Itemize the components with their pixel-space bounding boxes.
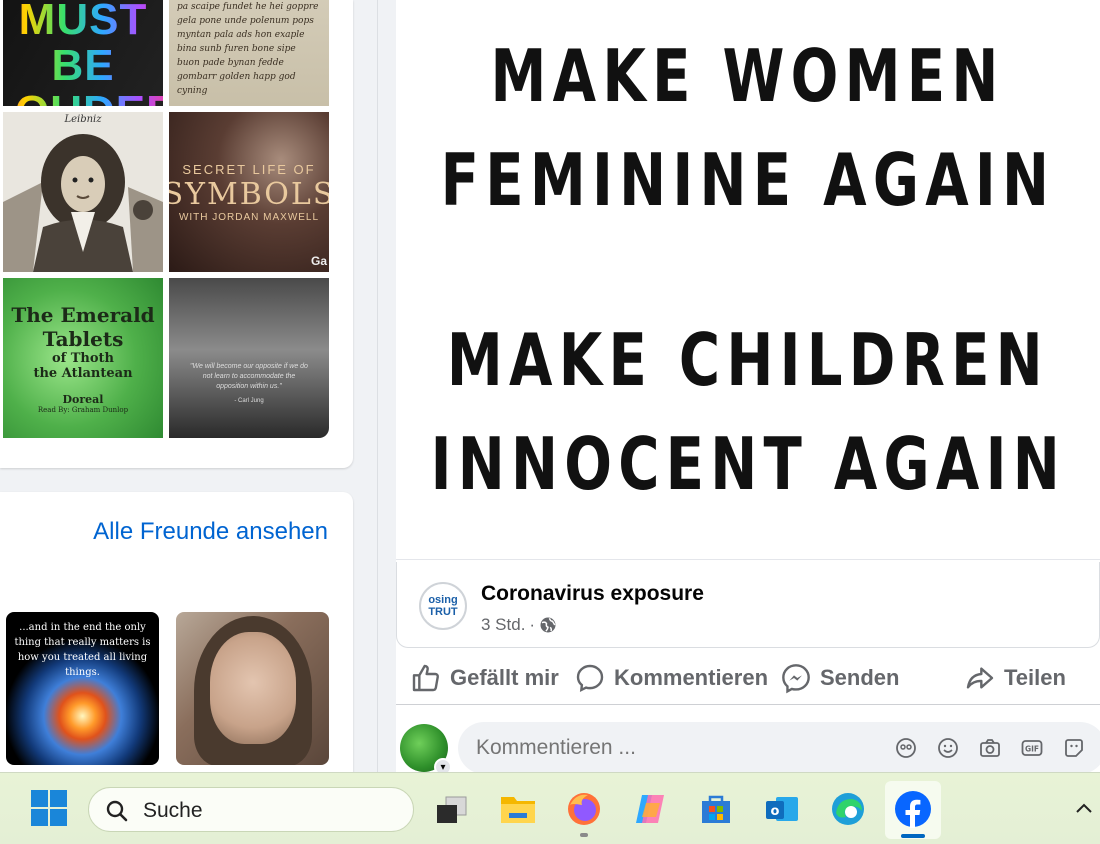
photo-emerald-tablets[interactable]: The Emerald Tablets of Thoth the Atlante… bbox=[3, 278, 163, 438]
left-column: LOVE MUST BE LOUDER pa scaipe fundet he … bbox=[0, 0, 377, 792]
photo-text: pa scaipe fundet he hei goppre gela pone… bbox=[177, 2, 319, 96]
post-actions: Gefällt mir Kommentieren Senden Teilen bbox=[396, 655, 1100, 705]
page-avatar-text: osing TRUT bbox=[428, 594, 458, 618]
comment-bubble-icon bbox=[576, 664, 604, 693]
friend-photo-face bbox=[210, 632, 296, 744]
taskbar: Suche o bbox=[0, 772, 1100, 844]
microsoft-store-icon[interactable] bbox=[696, 789, 736, 829]
comment-label: Kommentieren bbox=[614, 665, 769, 690]
store-graphic bbox=[702, 795, 730, 823]
meme-line: INNOCENT AGAIN bbox=[430, 422, 1066, 506]
facebook-icon[interactable] bbox=[893, 789, 933, 829]
gif-icon[interactable]: GIF bbox=[1020, 736, 1044, 760]
page-avatar[interactable]: osing TRUT bbox=[419, 582, 467, 630]
share-label: Teilen bbox=[1004, 665, 1066, 690]
sticker-icon[interactable] bbox=[1062, 736, 1086, 760]
post-meta: 3 Std. · bbox=[481, 615, 557, 635]
photo-text-line: the Atlantean bbox=[33, 365, 133, 381]
feed-post: MAKE WOMEN FEMININE AGAIN MAKE CHILDREN … bbox=[396, 0, 1100, 776]
taskbar-search[interactable]: Suche bbox=[88, 787, 414, 832]
comment-tools: GIF bbox=[894, 736, 1086, 760]
photo-old-manuscript[interactable]: pa scaipe fundet he hei goppre gela pone… bbox=[169, 0, 329, 106]
send-button[interactable]: Senden bbox=[780, 655, 899, 701]
column-divider bbox=[377, 0, 378, 772]
photo-carl-jung-quote[interactable]: "We will become our opposite if we do no… bbox=[169, 278, 329, 438]
post-image[interactable]: MAKE WOMEN FEMININE AGAIN MAKE CHILDREN … bbox=[396, 0, 1100, 560]
photo-text-line: The Emerald bbox=[11, 302, 155, 327]
shared-post-header[interactable]: osing TRUT Coronavirus exposure 3 Std. · bbox=[396, 562, 1100, 648]
svg-text:GIF: GIF bbox=[1025, 745, 1039, 754]
comment-input[interactable] bbox=[476, 736, 876, 760]
photo-text: LOVE MUST BE LOUDER bbox=[3, 0, 163, 106]
copilot-graphic bbox=[636, 795, 664, 823]
task-view-icon[interactable] bbox=[432, 789, 472, 829]
photos-card: LOVE MUST BE LOUDER pa scaipe fundet he … bbox=[0, 0, 353, 468]
messenger-icon bbox=[782, 664, 810, 694]
photo-text-line: of Thoth bbox=[51, 350, 115, 366]
quote-author: - Carl Jung bbox=[234, 398, 264, 404]
edge-graphic bbox=[832, 793, 864, 825]
edge-icon[interactable] bbox=[828, 789, 868, 829]
search-icon bbox=[106, 800, 128, 822]
portrait-illustration bbox=[3, 112, 163, 272]
photo-leibniz-portrait[interactable]: Leibniz bbox=[3, 112, 163, 272]
shared-post-title[interactable]: Coronavirus exposure bbox=[481, 582, 704, 606]
photo-text-line: Read By: Graham Dunlop bbox=[37, 405, 129, 414]
search-label: Suche bbox=[143, 799, 203, 822]
meme-line: MAKE WOMEN bbox=[490, 34, 1006, 118]
photo-love-must-be-louder[interactable]: LOVE MUST BE LOUDER bbox=[3, 0, 163, 106]
meme-line: FEMININE AGAIN bbox=[440, 138, 1056, 222]
thumbs-up-icon bbox=[412, 664, 439, 692]
share-arrow-icon bbox=[966, 667, 994, 689]
friend-photo-quote: ...and in the end the only thing that re… bbox=[14, 622, 151, 678]
globe-icon bbox=[540, 617, 556, 633]
quote-text: "We will become our opposite if we do no… bbox=[190, 363, 308, 390]
firefox-graphic bbox=[568, 793, 600, 825]
running-indicator bbox=[580, 833, 588, 837]
task-view-graphic bbox=[437, 796, 467, 823]
firefox-icon[interactable] bbox=[564, 789, 604, 829]
photo-text-line: Tablets bbox=[42, 326, 124, 351]
meme-line: MAKE CHILDREN bbox=[446, 318, 1050, 402]
facebook-graphic bbox=[895, 791, 931, 828]
see-all-friends-link[interactable]: Alle Freunde ansehen bbox=[93, 518, 328, 546]
share-button[interactable]: Teilen bbox=[964, 655, 1066, 701]
like-label: Gefällt mir bbox=[450, 665, 559, 690]
photo-corner-text: Ga bbox=[310, 254, 327, 268]
photo-text-line: SECRET LIFE OF bbox=[182, 161, 316, 177]
svg-text:o: o bbox=[771, 804, 780, 819]
avatar[interactable]: ▾ bbox=[400, 724, 452, 776]
post-time[interactable]: 3 Std. bbox=[481, 615, 525, 635]
outlook-icon[interactable]: o bbox=[762, 789, 802, 829]
file-explorer-icon[interactable] bbox=[498, 789, 538, 829]
camera-icon[interactable] bbox=[978, 736, 1002, 760]
friend-photo[interactable]: ...and in the end the only thing that re… bbox=[6, 612, 159, 765]
folder-graphic bbox=[501, 797, 535, 823]
copilot-icon[interactable] bbox=[630, 789, 670, 829]
photo-secret-life-of-symbols[interactable]: SECRET LIFE OF SYMBOLS WITH JORDAN MAXWE… bbox=[169, 112, 329, 272]
like-button[interactable]: Gefällt mir bbox=[410, 655, 559, 701]
outlook-graphic: o bbox=[766, 797, 798, 821]
portrait-caption: Leibniz bbox=[64, 114, 102, 125]
emoji-icon[interactable] bbox=[936, 736, 960, 760]
photo-text-line: SYMBOLS bbox=[169, 176, 329, 212]
friend-photo[interactable] bbox=[176, 612, 329, 765]
active-indicator bbox=[901, 834, 925, 838]
chevron-up-icon[interactable] bbox=[1072, 797, 1096, 821]
photo-text-line: Doreal bbox=[62, 392, 104, 406]
friends-card: Alle Freunde ansehen ...and in the end t… bbox=[0, 492, 353, 792]
avatar-sticker-icon[interactable] bbox=[894, 736, 918, 760]
photo-text-line: WITH JORDAN MAXWELL bbox=[178, 211, 320, 223]
comment-composer: ▾ GIF bbox=[396, 720, 1100, 776]
send-label: Senden bbox=[820, 665, 900, 690]
meta-separator: · bbox=[529, 615, 536, 634]
windows-start-icon[interactable] bbox=[31, 790, 67, 826]
comment-button[interactable]: Kommentieren bbox=[574, 655, 768, 701]
comment-box[interactable]: GIF bbox=[458, 722, 1100, 774]
